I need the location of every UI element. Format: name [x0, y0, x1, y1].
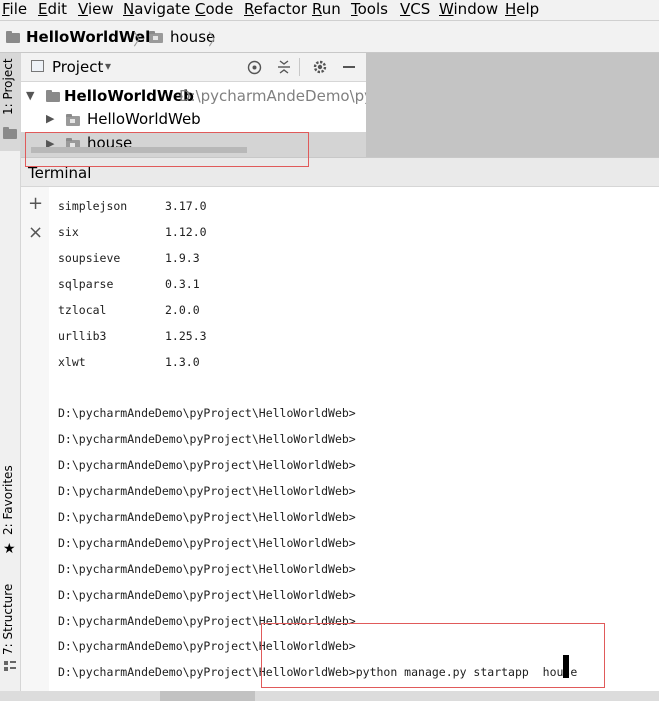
package-name: urllib3 — [58, 329, 107, 343]
breadcrumb: HelloWorldWeb 〉 house 〉 — [0, 20, 659, 53]
terminal-toolbar: + × — [21, 187, 49, 694]
editor-area — [366, 53, 659, 157]
locate-icon[interactable] — [247, 60, 262, 75]
package-name: sqlparse — [58, 277, 114, 291]
project-view-title[interactable]: Project — [52, 58, 103, 76]
tree-root-path: D:\pycharmAndeDemo\pyPro — [179, 87, 366, 105]
menu-window[interactable]: Window — [439, 0, 498, 20]
package-version: 0.3.1 — [165, 277, 200, 291]
prompt-line: D:\pycharmAndeDemo\pyProject\HelloWorldW… — [58, 458, 356, 472]
collapse-all-icon[interactable] — [277, 59, 291, 75]
highlight-box-house-folder — [25, 132, 309, 167]
tab-structure[interactable]: 7: Structure — [1, 584, 15, 655]
left-tool-strip: 1: Project 2: Favorites ★ 7: Structure — [0, 53, 21, 694]
folder-icon — [3, 127, 17, 139]
prompt-line: D:\pycharmAndeDemo\pyProject\HelloWorldW… — [58, 432, 356, 446]
tab-favorites[interactable]: 2: Favorites — [1, 465, 15, 535]
menu-view[interactable]: View — [78, 0, 114, 20]
project-view-icon — [31, 60, 44, 72]
minimize-icon[interactable] — [343, 66, 355, 68]
menu-vcs[interactable]: VCS — [400, 0, 430, 20]
package-version: 1.12.0 — [165, 225, 207, 239]
structure-icon — [4, 661, 16, 671]
tree-item-helloworldweb[interactable]: HelloWorldWeb — [87, 110, 201, 128]
star-icon: ★ — [3, 541, 16, 557]
package-version: 1.3.0 — [165, 355, 200, 369]
chevron-right-icon: 〉 — [133, 30, 150, 49]
bottom-tab[interactable] — [160, 691, 255, 701]
project-panel-header: Project ▾ — [21, 53, 366, 82]
package-version: 2.0.0 — [165, 303, 200, 317]
chevron-right-icon: 〉 — [208, 30, 225, 49]
menu-file[interactable]: File — [2, 0, 27, 20]
menu-navigate[interactable]: Navigate — [123, 0, 190, 20]
package-name: soupsieve — [58, 251, 121, 265]
tree-root-name[interactable]: HelloWorldWeb — [64, 87, 194, 105]
prompt-line: D:\pycharmAndeDemo\pyProject\HelloWorldW… — [58, 484, 356, 498]
chevron-down-icon[interactable]: ▼ — [26, 89, 34, 102]
highlight-box-command — [261, 623, 605, 688]
package-version: 3.17.0 — [165, 199, 207, 213]
chevron-right-icon[interactable]: ▶ — [46, 112, 54, 125]
package-name: tzlocal — [58, 303, 107, 317]
folder-icon — [149, 31, 163, 43]
chevron-down-icon[interactable]: ▾ — [105, 59, 111, 73]
menu-run[interactable]: Run — [312, 0, 341, 20]
prompt-line: D:\pycharmAndeDemo\pyProject\HelloWorldW… — [58, 588, 356, 602]
tab-project[interactable]: 1: Project — [1, 58, 15, 115]
gear-icon[interactable] — [312, 59, 328, 75]
menu-tools[interactable]: Tools — [351, 0, 388, 20]
prompt-line: D:\pycharmAndeDemo\pyProject\HelloWorldW… — [58, 536, 356, 550]
folder-icon — [6, 31, 20, 43]
package-name: xlwt — [58, 355, 86, 369]
package-name: simplejson — [58, 199, 128, 213]
prompt-line: D:\pycharmAndeDemo\pyProject\HelloWorldW… — [58, 510, 356, 524]
menu-edit[interactable]: Edit — [38, 0, 67, 20]
menu-refactor[interactable]: Refactor — [244, 0, 307, 20]
divider — [299, 58, 300, 76]
package-name: six — [58, 225, 79, 239]
package-version: 1.25.3 — [165, 329, 207, 343]
menu-help[interactable]: Help — [505, 0, 539, 20]
close-terminal-icon[interactable]: × — [28, 222, 43, 243]
prompt-line: D:\pycharmAndeDemo\pyProject\HelloWorldW… — [58, 406, 356, 420]
prompt-line: D:\pycharmAndeDemo\pyProject\HelloWorldW… — [58, 562, 356, 576]
package-version: 1.9.3 — [165, 251, 200, 265]
add-terminal-icon[interactable]: + — [28, 193, 43, 214]
menu-bar: File Edit View Navigate Code Refactor Ru… — [0, 0, 659, 20]
bottom-bar — [0, 691, 659, 701]
menu-code[interactable]: Code — [195, 0, 233, 20]
folder-icon — [66, 114, 80, 126]
folder-icon — [46, 90, 60, 102]
